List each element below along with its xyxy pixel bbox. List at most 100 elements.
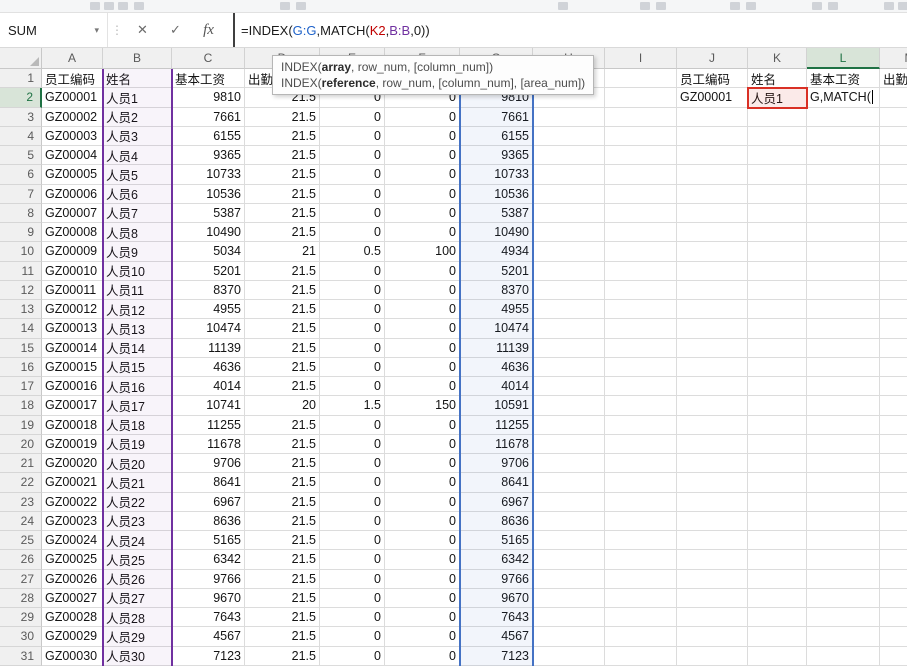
cell-C27[interactable]: 9766 [172,569,245,589]
cell-L26[interactable] [807,550,880,570]
cell-H13[interactable] [533,300,605,320]
cell-E27[interactable]: 0 [320,569,385,589]
cell-G17[interactable]: 4014 [460,377,533,397]
cell-C13[interactable]: 4955 [172,300,245,320]
cell-A29[interactable]: GZ00028 [42,608,103,628]
cell-B4[interactable]: 人员3 [103,126,172,146]
cell-F11[interactable]: 0 [385,261,460,281]
cell-I14[interactable] [605,319,677,339]
cell-L28[interactable] [807,588,880,608]
cell-B23[interactable]: 人员22 [103,492,172,512]
cell-L1[interactable]: 基本工资 [807,69,880,89]
cell-I15[interactable] [605,338,677,358]
cell-K23[interactable] [748,492,807,512]
row-header-9[interactable]: 9 [0,223,42,243]
cell-F18[interactable]: 150 [385,396,460,416]
cell-M4[interactable] [880,126,907,146]
cell-A4[interactable]: GZ00003 [42,126,103,146]
column-header-M[interactable]: M [880,48,907,69]
cell-J9[interactable] [677,223,748,243]
cell-B19[interactable]: 人员18 [103,415,172,435]
column-header-L[interactable]: L [807,48,880,69]
cell-I24[interactable] [605,511,677,531]
cell-B18[interactable]: 人员17 [103,396,172,416]
cell-K1[interactable]: 姓名 [748,69,807,89]
cell-C6[interactable]: 10733 [172,165,245,185]
ribbon-icon[interactable] [134,2,144,10]
cell-G21[interactable]: 9706 [460,454,533,474]
cell-M9[interactable] [880,223,907,243]
cell-H7[interactable] [533,184,605,204]
row-header-2[interactable]: 2 [0,88,42,108]
cell-K24[interactable] [748,511,807,531]
cell-B17[interactable]: 人员16 [103,377,172,397]
cell-D30[interactable]: 21.5 [245,627,320,647]
cell-M18[interactable] [880,396,907,416]
cell-K22[interactable] [748,473,807,493]
cell-B5[interactable]: 人员4 [103,146,172,166]
cell-G25[interactable]: 5165 [460,531,533,551]
cell-C17[interactable]: 4014 [172,377,245,397]
cell-K10[interactable] [748,242,807,262]
cell-J25[interactable] [677,531,748,551]
cell-G3[interactable]: 7661 [460,107,533,127]
cell-A5[interactable]: GZ00004 [42,146,103,166]
cell-B13[interactable]: 人员12 [103,300,172,320]
cell-L4[interactable] [807,126,880,146]
cell-E10[interactable]: 0.5 [320,242,385,262]
cell-E24[interactable]: 0 [320,511,385,531]
row-header-29[interactable]: 29 [0,608,42,628]
cell-J10[interactable] [677,242,748,262]
cell-B7[interactable]: 人员6 [103,184,172,204]
ribbon-icon[interactable] [296,2,306,10]
cell-G27[interactable]: 9766 [460,569,533,589]
cell-G4[interactable]: 6155 [460,126,533,146]
cell-A25[interactable]: GZ00024 [42,531,103,551]
cell-I31[interactable] [605,646,677,666]
cell-J3[interactable] [677,107,748,127]
cell-L14[interactable] [807,319,880,339]
column-header-J[interactable]: J [677,48,748,69]
ribbon-icon[interactable] [730,2,740,10]
cell-L21[interactable] [807,454,880,474]
cell-A16[interactable]: GZ00015 [42,357,103,377]
cell-D3[interactable]: 21.5 [245,107,320,127]
cell-J8[interactable] [677,203,748,223]
cell-A14[interactable]: GZ00013 [42,319,103,339]
row-header-30[interactable]: 30 [0,627,42,647]
cell-M19[interactable] [880,415,907,435]
row-header-16[interactable]: 16 [0,357,42,377]
cell-M29[interactable] [880,608,907,628]
cell-B2[interactable]: 人员1 [103,88,172,108]
cell-A27[interactable]: GZ00026 [42,569,103,589]
column-header-K[interactable]: K [748,48,807,69]
cell-M22[interactable] [880,473,907,493]
cell-M11[interactable] [880,261,907,281]
cell-D22[interactable]: 21.5 [245,473,320,493]
cell-J18[interactable] [677,396,748,416]
cell-K6[interactable] [748,165,807,185]
cell-M20[interactable] [880,434,907,454]
cell-G7[interactable]: 10536 [460,184,533,204]
cell-L9[interactable] [807,223,880,243]
cell-H4[interactable] [533,126,605,146]
cell-J13[interactable] [677,300,748,320]
cell-E19[interactable]: 0 [320,415,385,435]
ribbon-icon[interactable] [118,2,128,10]
cell-A19[interactable]: GZ00018 [42,415,103,435]
cell-B10[interactable]: 人员9 [103,242,172,262]
cell-L23[interactable] [807,492,880,512]
cell-D25[interactable]: 21.5 [245,531,320,551]
row-header-22[interactable]: 22 [0,473,42,493]
cell-K14[interactable] [748,319,807,339]
cell-G11[interactable]: 5201 [460,261,533,281]
cell-L7[interactable] [807,184,880,204]
cell-E9[interactable]: 0 [320,223,385,243]
cell-F22[interactable]: 0 [385,473,460,493]
cell-G30[interactable]: 4567 [460,627,533,647]
cell-B20[interactable]: 人员19 [103,434,172,454]
cell-K7[interactable] [748,184,807,204]
cell-B11[interactable]: 人员10 [103,261,172,281]
cell-K21[interactable] [748,454,807,474]
ribbon-icon[interactable] [746,2,756,10]
